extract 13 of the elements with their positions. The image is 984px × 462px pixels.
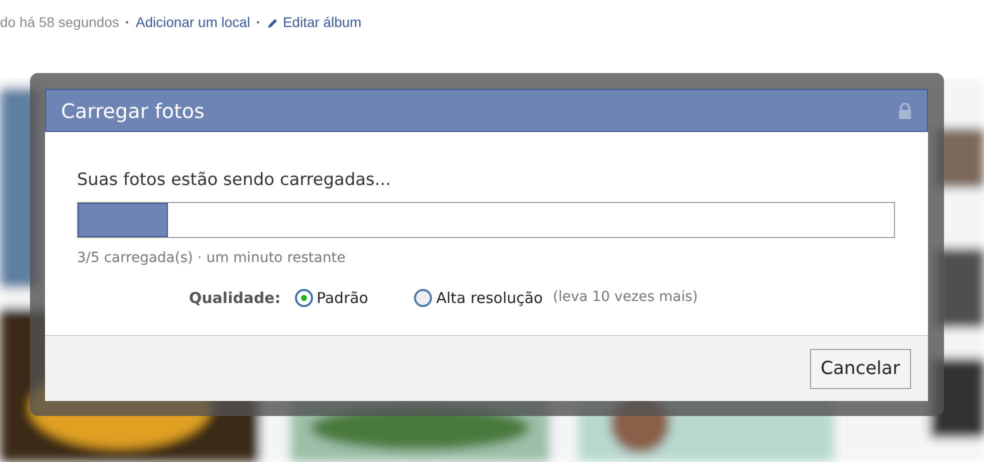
timestamp: do há 58 segundos (0, 13, 120, 32)
cancel-button[interactable]: Cancelar (810, 348, 911, 388)
separator: · (256, 13, 261, 32)
add-location-link[interactable]: Adicionar um local (136, 12, 250, 33)
quality-radio[interactable]: Padrão (294, 286, 368, 309)
quality-label: Qualidade: (189, 288, 281, 308)
dialog-title: Carregar fotos (61, 98, 204, 124)
pencil-icon (266, 16, 279, 28)
separator: · (125, 13, 130, 32)
quality-radio[interactable]: Alta resolução (leva 10 vezes mais) (414, 286, 698, 309)
edit-album-link[interactable]: Editar álbum (266, 12, 362, 33)
upload-message: Suas fotos estão sendo carregadas... (77, 169, 392, 192)
upload-status: 3/5 carregada(s) · um minuto restante (77, 248, 346, 268)
